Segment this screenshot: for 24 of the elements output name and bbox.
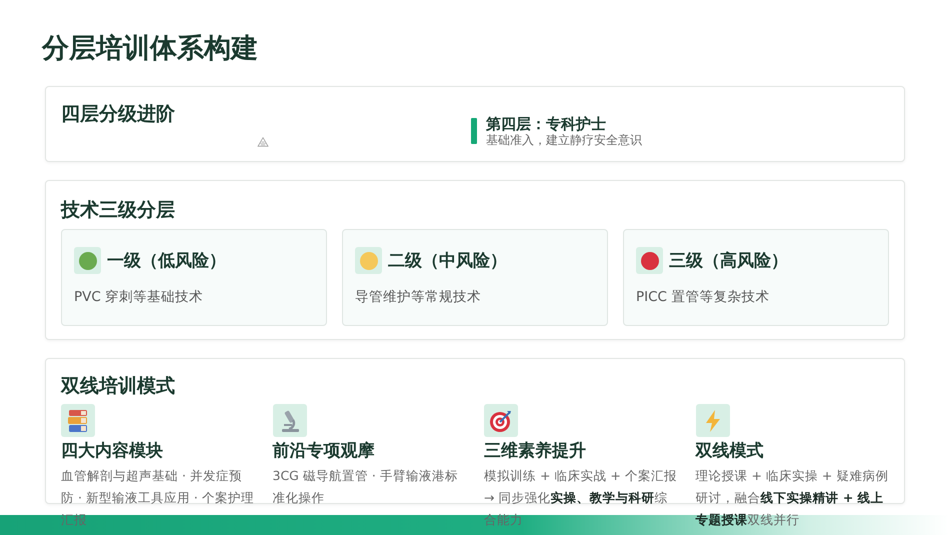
level-description: PICC 置管等复杂技术 bbox=[636, 288, 770, 306]
module-description: 模拟训练 + 临床实战 + 个案汇报 → 同步强化实操、教学与科研综合能力 bbox=[484, 467, 678, 529]
module-title: 前沿专项观摩 bbox=[272, 440, 376, 463]
slide-title: 分层培训体系构建 bbox=[40, 32, 259, 66]
tier-title: 第四层：专科护士 bbox=[486, 114, 607, 132]
module-description: 3CG 磁导航置管 · 手臂输液港标准化操作 bbox=[272, 467, 459, 507]
module-title: 双线模式 bbox=[696, 440, 764, 463]
level-description: PVC 穿刺等基础技术 bbox=[74, 288, 204, 306]
module-description: 血管解剖与超声基础 · 并发症预防 · 新型输液工具应用 · 个案护理汇报 bbox=[61, 467, 254, 529]
module-title: 四大内容模块 bbox=[61, 440, 164, 463]
tier-description: 基础准入，建立静疗安全意识 bbox=[486, 132, 642, 148]
level-title: 二级（中风险） bbox=[388, 250, 507, 272]
level-title: 一级（低风险） bbox=[107, 250, 226, 272]
books-icon bbox=[67, 408, 89, 432]
level-description: 导管维护等常规技术 bbox=[355, 288, 482, 306]
section-heading: 双线培训模式 bbox=[61, 374, 176, 399]
tier-marker bbox=[471, 118, 477, 144]
module-description: 理论授课 + 临床实操 + 疑难病例研讨，融合线下实操精讲 + 线上专题授课双线并行 bbox=[696, 467, 889, 529]
level-title: 三级（高风险） bbox=[669, 250, 788, 272]
module-title: 三维素养提升 bbox=[484, 440, 587, 463]
section-heading: 四层分级进阶 bbox=[61, 102, 176, 127]
section-heading: 技术三级分层 bbox=[61, 198, 176, 223]
warning-triangle-icon bbox=[255, 137, 271, 147]
target-icon bbox=[489, 408, 513, 432]
